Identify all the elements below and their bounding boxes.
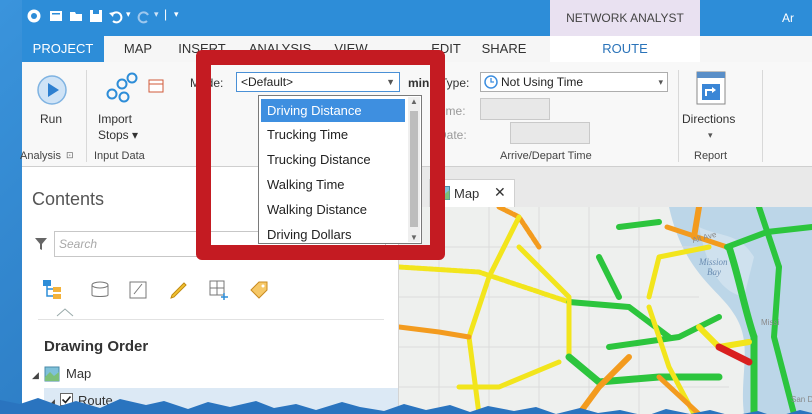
table-icon[interactable] [148,78,164,94]
input-data-group-label: Input Data [94,150,145,162]
drawing-order-heading: Drawing Order [44,338,149,355]
mode-option-driving-distance[interactable]: Driving Distance [261,99,405,122]
collapse-chevron-icon[interactable] [56,307,74,317]
mode-option-walking-distance[interactable]: Walking Distance [261,198,405,221]
list-by-selection-icon[interactable] [128,280,148,300]
ribbon-separator [678,70,679,162]
mode-option-trucking-time[interactable]: Trucking Time [261,123,405,146]
list-by-data-source-icon[interactable] [90,280,110,300]
tab-project[interactable]: PROJECT [22,36,104,62]
chevron-down-icon: ▾ [658,77,663,87]
scrollbar-thumb[interactable] [410,111,418,227]
tab-map[interactable]: MAP [112,36,164,62]
report-group-label: Report [694,150,728,162]
layer-map-label[interactable]: Map [66,366,91,381]
scroll-up-icon[interactable]: ▲ [410,97,418,106]
divider [38,319,384,320]
customize-qat-icon[interactable]: ▾ [174,9,179,20]
directions-button-label[interactable]: Directions [682,112,735,126]
list-by-drawing-order-icon[interactable] [42,279,64,301]
app-title: Ar [782,11,794,25]
tab-route[interactable]: ROUTE [550,36,700,64]
import-stops-icon[interactable] [104,72,138,104]
contents-title: Contents [32,189,105,209]
mode-option-walking-time[interactable]: Walking Time [261,173,405,196]
list-by-snapping-icon[interactable] [208,279,230,301]
list-by-editing-icon[interactable] [168,279,188,301]
ribbon-separator [86,70,87,162]
dropdown-scrollbar[interactable]: ▲ ▼ [408,97,420,242]
title-bar: ▾ ▾ | ▾ NETWORK ANALYST Ar [22,0,812,36]
time-input[interactable] [480,98,550,120]
map-label-mission: Missi [761,318,779,327]
run-icon[interactable] [36,74,68,106]
open-project-icon[interactable] [68,8,84,24]
map-icon [44,366,60,382]
tab-share[interactable]: SHARE [474,36,534,62]
filter-icon[interactable] [34,237,48,251]
run-button-label[interactable]: Run [40,112,62,126]
directions-dropdown-icon[interactable]: ▾ [708,130,713,141]
mode-option-driving-dollars[interactable]: Driving Dollars [261,223,405,246]
map-label-mission-bay-1: Mission [698,257,728,267]
redo-icon[interactable] [136,8,152,24]
undo-dropdown-icon[interactable]: ▾ [126,9,131,20]
mode-dropdown-list[interactable]: Driving Distance Trucking Time Trucking … [258,95,422,244]
import-stops-label[interactable]: Import [98,112,132,126]
context-tab-label: NETWORK ANALYST [566,11,684,25]
analysis-group-label: Analysis [20,150,61,162]
map-tab-label: Map [454,186,480,201]
undo-icon[interactable] [108,8,124,24]
redo-dropdown-icon[interactable]: ▾ [154,9,159,20]
list-by-labeling-icon[interactable] [248,279,270,301]
torn-edge-decoration [0,398,812,414]
close-icon[interactable]: ✕ [494,184,506,201]
route-map-svg: Mission Bay Alt Ave Missi San D [399,207,812,414]
ribbon-separator [762,70,763,162]
save-project-icon[interactable] [88,8,104,24]
map-view[interactable]: Mission Bay Alt Ave Missi San D [399,207,812,414]
arrive-depart-group-label: Arrive/Depart Time [500,150,592,162]
search-placeholder: Search [59,237,98,251]
arcgis-pro-window: ▾ ▾ | ▾ NETWORK ANALYST Ar PROJECT MAP I… [20,0,812,414]
type-select[interactable]: Not Using Time ▾ [480,72,668,92]
clock-icon [484,75,498,89]
app-logo-icon [27,9,41,23]
map-tab-bar: Map ✕ [399,167,812,208]
directions-icon[interactable] [694,70,728,106]
expand-triangle-icon[interactable]: ◢ [32,370,39,381]
new-project-icon[interactable] [48,8,64,24]
scroll-down-icon[interactable]: ▼ [410,233,418,242]
map-label-mission-bay-2: Bay [707,267,721,277]
type-select-value: Not Using Time [501,75,584,89]
mode-option-trucking-distance[interactable]: Trucking Distance [261,148,405,171]
import-stops-label-2[interactable]: Stops ▾ [98,128,138,142]
dialog-launcher-icon[interactable]: ⊡ [66,150,74,161]
qat-separator: | [164,7,168,21]
date-input[interactable] [510,122,590,144]
